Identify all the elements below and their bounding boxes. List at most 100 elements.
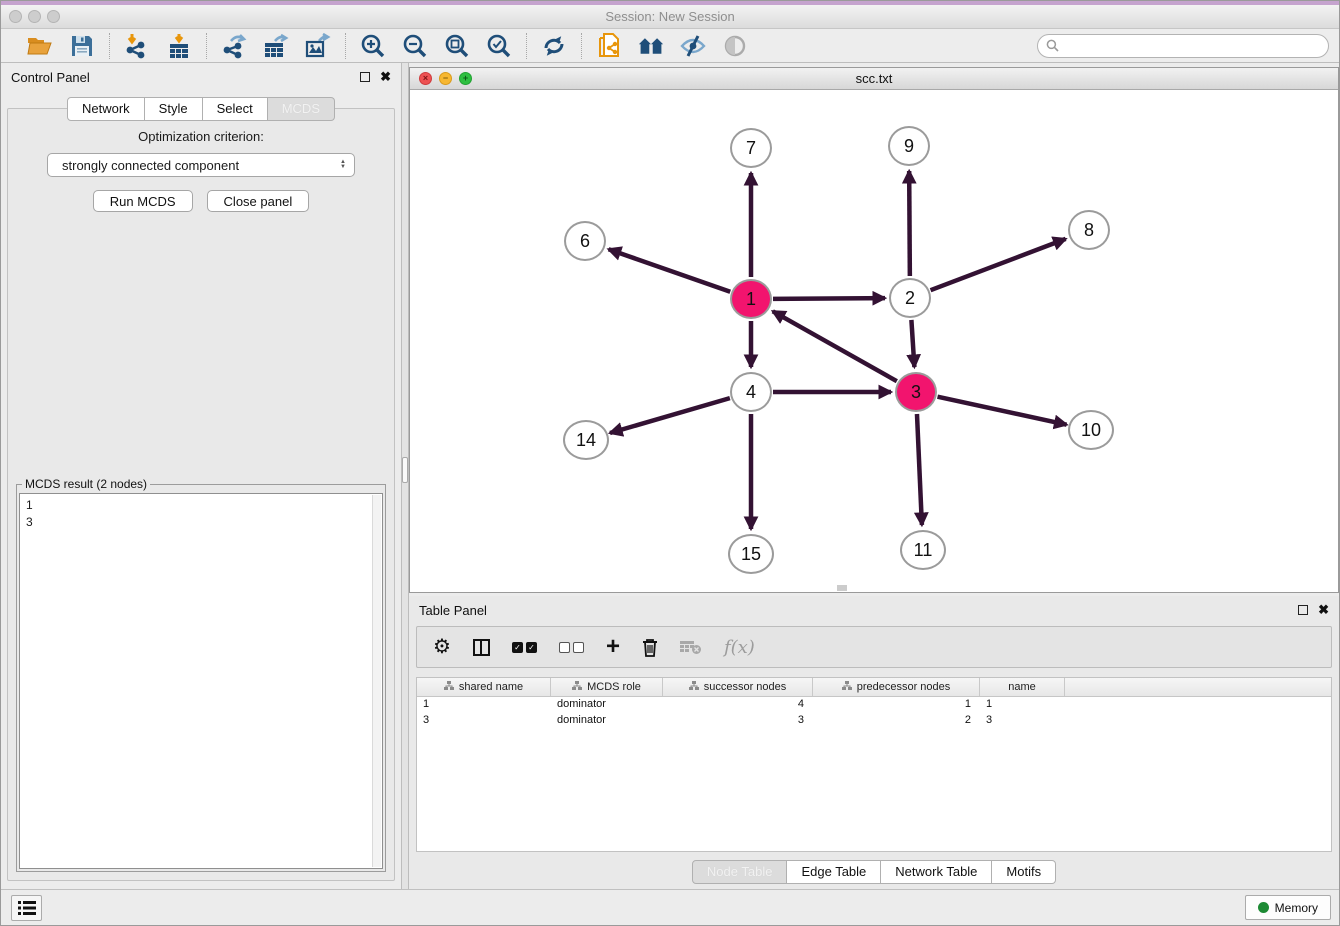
show-all-icon[interactable]: [722, 33, 748, 59]
column-header-MCDS-role[interactable]: MCDS role: [551, 678, 663, 696]
main-toolbar: [1, 29, 1339, 63]
table-cell[interactable]: 1: [980, 697, 1065, 713]
columns-icon[interactable]: [473, 635, 490, 659]
edge-2-9[interactable]: [909, 171, 910, 276]
network-view-window: × − + scc.txt 7 9 6 8 1 2 4 3 14 10 15 11: [409, 67, 1339, 593]
table-panel-title: Table Panel: [419, 603, 487, 618]
home-icon[interactable]: [638, 33, 664, 59]
scrollbar-thumb[interactable]: [837, 585, 847, 591]
apply-layout-icon[interactable]: [541, 33, 567, 59]
deselect-all-icon[interactable]: [559, 635, 584, 659]
graph-node-1[interactable]: 1: [730, 279, 772, 319]
first-neighbors-icon[interactable]: [596, 33, 622, 59]
table-cell[interactable]: 3: [663, 713, 813, 729]
search-input[interactable]: [1037, 34, 1329, 58]
edge-3-1[interactable]: [773, 311, 897, 381]
table-cell[interactable]: dominator: [551, 713, 663, 729]
delete-column-icon[interactable]: [642, 635, 658, 659]
table-cell[interactable]: 3: [980, 713, 1065, 729]
close-icon[interactable]: ✖: [380, 72, 391, 82]
edge-2-3[interactable]: [911, 320, 914, 367]
column-header-name[interactable]: name: [980, 678, 1065, 696]
zoom-in-icon[interactable]: [360, 33, 386, 59]
edge-layer: [410, 90, 1338, 592]
tab-select[interactable]: Select: [203, 97, 268, 121]
graph-node-2[interactable]: 2: [889, 278, 931, 318]
table-cell[interactable]: 4: [663, 697, 813, 713]
chevron-up-down-icon: ▲▼: [340, 160, 346, 170]
close-panel-button[interactable]: Close panel: [207, 190, 310, 212]
graph-node-8[interactable]: 8: [1068, 210, 1110, 250]
add-column-icon[interactable]: +: [606, 635, 620, 659]
column-header-successor-nodes[interactable]: successor nodes: [663, 678, 813, 696]
criterion-dropdown[interactable]: strongly connected component ▲▼: [47, 153, 355, 177]
network-window-titlebar[interactable]: × − + scc.txt: [410, 68, 1338, 90]
tab-edge-table[interactable]: Edge Table: [787, 860, 881, 884]
graph-node-9[interactable]: 9: [888, 126, 930, 166]
edge-2-8[interactable]: [931, 239, 1066, 290]
tab-style[interactable]: Style: [145, 97, 203, 121]
search-icon: [1046, 39, 1059, 57]
table-cell[interactable]: 1: [417, 697, 551, 713]
tab-network[interactable]: Network: [67, 97, 145, 121]
table-cell[interactable]: dominator: [551, 697, 663, 713]
graph-node-4[interactable]: 4: [730, 372, 772, 412]
close-icon[interactable]: ✖: [1318, 605, 1329, 615]
application-window: Session: New Session: [0, 0, 1340, 926]
export-network-icon[interactable]: [221, 33, 247, 59]
node-table: shared nameMCDS rolesuccessor nodesprede…: [416, 677, 1332, 852]
search-container: [1037, 34, 1329, 58]
graph-node-3[interactable]: 3: [895, 372, 937, 412]
tab-motifs[interactable]: Motifs: [992, 860, 1056, 884]
zoom-selected-icon[interactable]: [486, 33, 512, 59]
panel-splitter[interactable]: [401, 63, 409, 889]
table-panel-tabs: Node TableEdge TableNetwork TableMotifs: [409, 860, 1339, 884]
splitter-handle-icon[interactable]: [402, 457, 408, 483]
open-file-icon[interactable]: [27, 33, 53, 59]
edge-3-10[interactable]: [937, 397, 1066, 425]
import-network-icon[interactable]: [124, 33, 150, 59]
graph-node-11[interactable]: 11: [900, 530, 946, 570]
column-edit-icon: [689, 681, 699, 694]
tab-mcds[interactable]: MCDS: [268, 97, 335, 121]
run-mcds-button[interactable]: Run MCDS: [93, 190, 193, 212]
save-session-icon[interactable]: [69, 33, 95, 59]
edge-1-6[interactable]: [609, 249, 731, 291]
table-header-row: shared nameMCDS rolesuccessor nodesprede…: [417, 678, 1331, 697]
edge-1-2[interactable]: [773, 298, 885, 299]
column-header-predecessor-nodes[interactable]: predecessor nodes: [813, 678, 980, 696]
graph-node-10[interactable]: 10: [1068, 410, 1114, 450]
gear-icon[interactable]: ⚙: [433, 635, 451, 659]
table-cell[interactable]: 1: [813, 697, 980, 713]
task-history-button[interactable]: [11, 895, 42, 921]
select-all-icon[interactable]: ✓✓: [512, 635, 537, 659]
graph-node-7[interactable]: 7: [730, 128, 772, 168]
network-canvas[interactable]: 7 9 6 8 1 2 4 3 14 10 15 11: [410, 90, 1338, 592]
window-title: Session: New Session: [1, 9, 1339, 24]
graph-node-15[interactable]: 15: [728, 534, 774, 574]
float-icon[interactable]: [360, 72, 370, 82]
zoom-fit-icon[interactable]: [444, 33, 470, 59]
import-table-icon[interactable]: [166, 33, 192, 59]
edge-3-11[interactable]: [917, 414, 922, 525]
float-icon[interactable]: [1298, 605, 1308, 615]
edge-4-14[interactable]: [610, 398, 730, 433]
tab-node-table[interactable]: Node Table: [692, 860, 788, 884]
memory-button[interactable]: Memory: [1245, 895, 1331, 920]
control-panel-tabs: NetworkStyleSelectMCDS: [1, 97, 401, 121]
export-image-icon[interactable]: [305, 33, 331, 59]
scrollbar[interactable]: [372, 495, 381, 867]
graph-node-14[interactable]: 14: [563, 420, 609, 460]
table-row[interactable]: 3dominator323: [417, 713, 1331, 729]
graph-node-6[interactable]: 6: [564, 221, 606, 261]
mcds-result-list[interactable]: 1 3: [19, 493, 383, 869]
tab-network-table[interactable]: Network Table: [881, 860, 992, 884]
table-cell[interactable]: 3: [417, 713, 551, 729]
hide-selected-icon[interactable]: [680, 33, 706, 59]
table-row[interactable]: 1dominator411: [417, 697, 1331, 713]
zoom-out-icon[interactable]: [402, 33, 428, 59]
export-table-icon[interactable]: [263, 33, 289, 59]
column-header-shared-name[interactable]: shared name: [417, 678, 551, 696]
table-cell[interactable]: 2: [813, 713, 980, 729]
criterion-dropdown-value: strongly connected component: [62, 158, 239, 173]
